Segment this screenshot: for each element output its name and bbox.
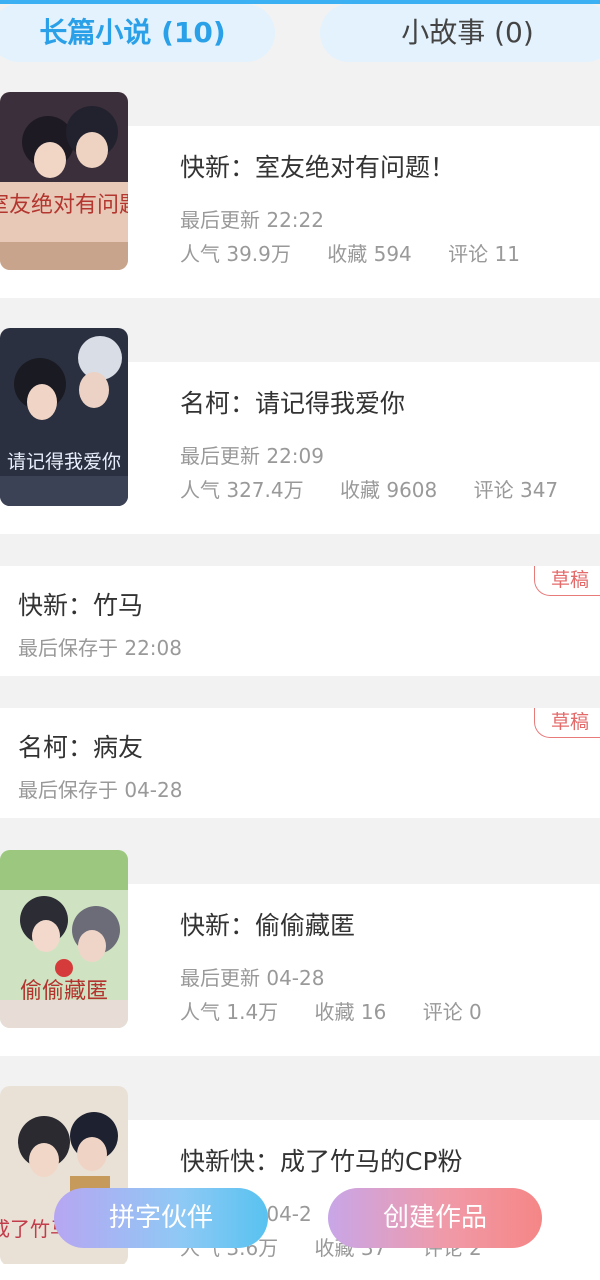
create-work-button[interactable]: 创建作品 [328,1188,542,1248]
cover-title: 室友绝对有问题 [0,193,128,218]
book-cover[interactable]: 请记得我爱你 [0,328,128,506]
work-stats: 人气 327.4万 收藏 9608 评论 347 [180,474,588,503]
work-title: 快新快：成了竹马的CP粉 [180,1147,463,1176]
work-title: 名柯：请记得我爱你 [180,389,406,418]
tab-short-stories[interactable]: 小故事 (0) [320,4,600,62]
work-updated: 最后更新 22:22 [180,208,324,232]
book-cover[interactable]: 室友绝对有问题 [0,92,128,270]
draft-badge: 草稿 [534,566,600,596]
draft-title: 快新：竹马 [18,591,144,620]
work-stats: 人气 1.4万 收藏 16 评论 0 [180,996,512,1025]
work-favorites: 收藏 594 [327,242,412,266]
draft-card[interactable]: 快新：竹马 最后保存于 22:08 草稿 [0,566,600,676]
work-stats: 人气 39.9万 收藏 594 评论 11 [180,238,550,267]
work-popularity: 人气 1.4万 [180,1000,279,1024]
work-comments: 评论 0 [422,1000,482,1024]
partner-button[interactable]: 拼字伙伴 [54,1188,268,1248]
work-title: 快新：室友绝对有问题！ [180,153,456,182]
tab-bar: 长篇小说 (10) 小故事 (0) [0,0,600,70]
cover-title: 偷偷藏匿 [20,979,108,1004]
work-favorites: 收藏 16 [314,1000,387,1024]
work-popularity: 人气 327.4万 [180,478,304,502]
draft-saved-time: 最后保存于 04-28 [18,778,183,802]
book-cover[interactable]: 偷偷藏匿 [0,850,128,1028]
draft-saved-time: 最后保存于 22:08 [18,636,182,660]
work-updated: 最后更新 22:09 [180,444,324,468]
draft-card[interactable]: 名柯：病友 最后保存于 04-28 草稿 [0,708,600,818]
work-popularity: 人气 39.9万 [180,242,291,266]
work-updated: 最后更新 04-28 [180,966,325,990]
draft-title: 名柯：病友 [18,733,144,762]
cover-title: 请记得我爱你 [7,451,121,473]
work-comments: 评论 11 [448,242,520,266]
work-favorites: 收藏 9608 [339,478,438,502]
tab-long-novels[interactable]: 长篇小说 (10) [0,4,275,62]
work-comments: 评论 347 [473,478,559,502]
draft-badge: 草稿 [534,708,600,738]
work-title: 快新：偷偷藏匿 [180,911,356,940]
